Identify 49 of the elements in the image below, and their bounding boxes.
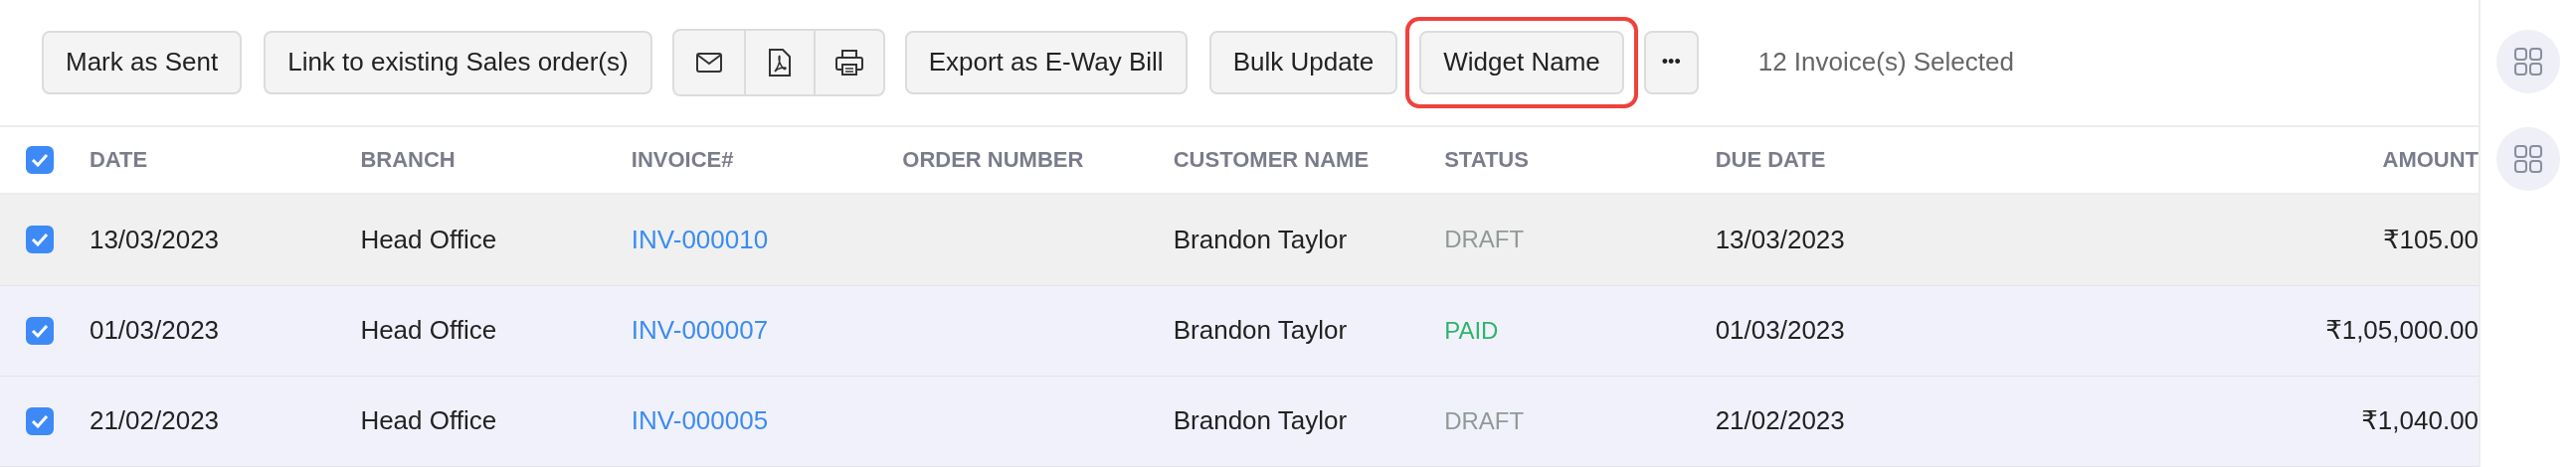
mail-icon	[694, 51, 723, 74]
table-cell-text: 01/03/2023	[1715, 315, 1846, 347]
table-cell-text: 01/03/2023	[89, 315, 221, 347]
table-row[interactable]: 01/03/2023 Head Office INV-000007 Brandon Taylor PAID 01/03/2023 ₹1,05,000.00	[0, 285, 2479, 377]
table-cell-text: Brandon Taylor	[1173, 224, 1349, 255]
column-header: DATE	[89, 146, 149, 173]
table-cell-text: 21/02/2023	[89, 405, 221, 437]
pdf-file-icon	[767, 47, 792, 78]
status-label: DRAFT	[1444, 226, 1526, 254]
column-header: AMOUNT	[2381, 146, 2480, 173]
select-all-checkbox[interactable]	[25, 145, 54, 174]
table-cell-text: 13/03/2023	[1715, 224, 1846, 255]
table-cell-text: Brandon Taylor	[1173, 405, 1349, 437]
checkmark-icon	[30, 233, 49, 247]
table-cell-text: Head Office	[360, 224, 498, 255]
table-cell-text: ₹105.00	[2381, 224, 2480, 255]
table-row[interactable]: 13/03/2023 Head Office INV-000010 Brandon Taylor DRAFT 13/03/2023 ₹105.00	[0, 195, 2479, 286]
grid-icon	[2513, 144, 2543, 174]
table-row[interactable]: 21/02/2023 Head Office INV-000005 Brandon Taylor DRAFT 21/02/2023 ₹1,040.00	[0, 376, 2479, 467]
toolbar-button[interactable]: Link to existing Sales order(s)	[264, 30, 652, 94]
status-label: DRAFT	[1444, 406, 1526, 435]
table-cell-text: 21/02/2023	[1715, 405, 1846, 437]
table-cell-text: Brandon Taylor	[1173, 315, 1349, 347]
column-header: CUSTOMER NAME	[1173, 146, 1371, 173]
table-cell-text: 13/03/2023	[89, 224, 221, 255]
row-checkbox[interactable]	[25, 316, 54, 345]
checkmark-icon	[30, 413, 49, 428]
grid-icon	[2513, 47, 2543, 77]
column-header: STATUS	[1444, 146, 1530, 173]
toolbar-button[interactable]: Export as E-Way Bill	[904, 30, 1188, 94]
selection-count: 12 Invoice(s) Selected	[1757, 47, 2014, 78]
table-cell-text: ₹1,05,000.00	[2324, 315, 2480, 347]
toolbar-button[interactable]: Widget Name	[1419, 30, 1624, 94]
status-label: PAID	[1444, 316, 1500, 345]
column-header: ORDER NUMBER	[902, 146, 1085, 173]
table-cell-text: Head Office	[360, 315, 498, 347]
toolbar-button[interactable]: Bulk Update	[1208, 30, 1398, 94]
column-header: BRANCH	[360, 146, 457, 173]
table-cell-text: Head Office	[360, 405, 498, 437]
table-cell-text: ₹1,040.00	[2360, 405, 2480, 437]
printer-icon	[833, 48, 864, 77]
checkmark-icon	[30, 323, 49, 338]
column-header: INVOICE#	[631, 146, 735, 173]
row-checkbox[interactable]	[25, 406, 54, 435]
more-button[interactable]: •••	[1643, 30, 1699, 94]
toolbar-button[interactable]: Mark as Sent	[42, 30, 243, 94]
column-header: DUE DATE	[1715, 146, 1827, 173]
row-checkbox[interactable]	[25, 226, 54, 254]
checkmark-icon	[30, 152, 49, 167]
